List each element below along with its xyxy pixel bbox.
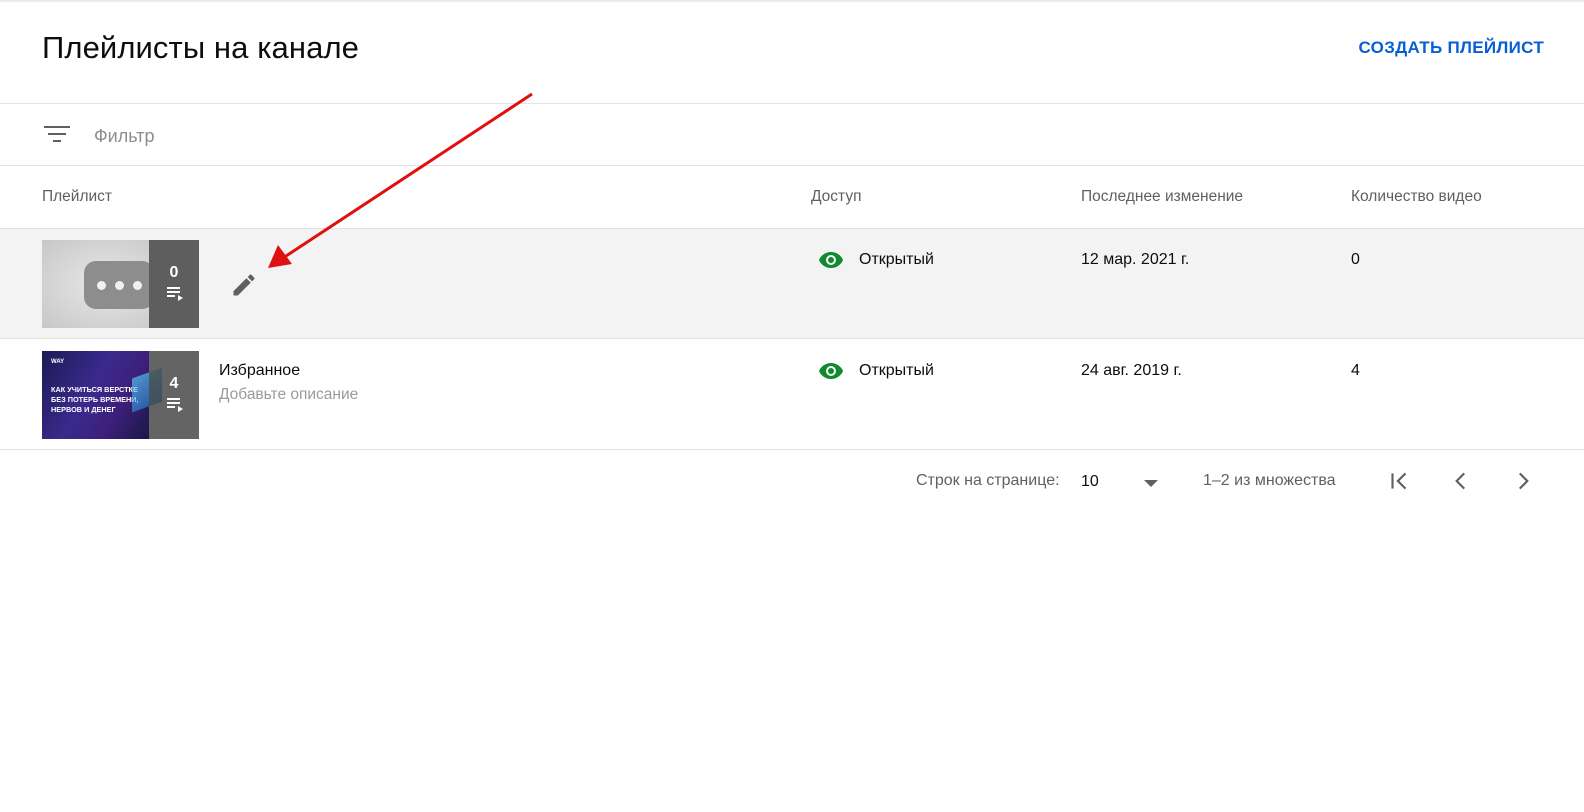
- modified-date: 24 авг. 2019 г.: [1081, 362, 1182, 379]
- playlist-icon: [167, 287, 183, 301]
- thumbnail-count-overlay: 0: [149, 240, 199, 328]
- playlist-icon: [167, 398, 183, 412]
- column-header-playlist: Плейлист: [42, 188, 113, 205]
- thumbnail-logo: WAY: [51, 359, 65, 365]
- video-count: 0: [1351, 251, 1360, 268]
- thumbnail-count: 4: [169, 375, 179, 392]
- playlist-thumbnail[interactable]: 0: [42, 240, 199, 328]
- playlist-thumbnail[interactable]: WAY КАК УЧИТЬСЯ ВЕРСТКЕ БЕЗ ПОТЕРЬ ВРЕМЕ…: [42, 351, 199, 439]
- filter-bar: [0, 104, 1584, 166]
- access-text: Открытый: [859, 251, 934, 268]
- pencil-icon[interactable]: [230, 271, 258, 299]
- page-header: Плейлисты на канале СОЗДАТЬ ПЛЕЙЛИСТ: [0, 0, 1584, 104]
- more-dots-icon: [84, 261, 154, 309]
- chevron-left-icon[interactable]: [1448, 468, 1474, 494]
- caret-down-icon: [1144, 480, 1158, 487]
- column-header-access[interactable]: Доступ: [811, 188, 861, 206]
- table-row[interactable]: 0 Открытый 12 мар. 2021 г. 0: [0, 229, 1584, 339]
- promo-thumbnail: WAY КАК УЧИТЬСЯ ВЕРСТКЕ БЕЗ ПОТЕРЬ ВРЕМЕ…: [42, 351, 162, 439]
- table-header: Плейлист Доступ Последнее изменение Коли…: [0, 166, 1584, 229]
- playlist-description[interactable]: Добавьте описание: [219, 386, 358, 404]
- create-playlist-button[interactable]: СОЗДАТЬ ПЛЕЙЛИСТ: [1359, 38, 1544, 58]
- rows-per-page-value: 10: [1081, 473, 1099, 490]
- filter-input[interactable]: [94, 121, 594, 151]
- column-header-modified[interactable]: Последнее изменение: [1081, 188, 1243, 206]
- thumbnail-count: 0: [169, 264, 179, 281]
- rows-per-page-label: Строк на странице:: [916, 472, 1060, 489]
- pagination-range: 1–2 из множества: [1203, 472, 1336, 489]
- column-header-video-count[interactable]: Количество видео: [1351, 188, 1482, 206]
- video-count: 4: [1351, 362, 1360, 379]
- thumbnail-count-overlay: 4: [149, 351, 199, 439]
- thumbnail-text: КАК УЧИТЬСЯ ВЕРСТКЕ БЕЗ ПОТЕРЬ ВРЕМЕНИ, …: [51, 385, 139, 414]
- eye-icon: [819, 363, 843, 379]
- pagination-bar: Строк на странице: 10 1–2 из множества: [0, 450, 1584, 512]
- modified-date: 12 мар. 2021 г.: [1081, 251, 1190, 268]
- first-page-icon[interactable]: [1386, 468, 1412, 494]
- rows-per-page-select[interactable]: 10: [1081, 470, 1161, 494]
- chevron-right-icon[interactable]: [1510, 468, 1536, 494]
- eye-icon: [819, 252, 843, 268]
- page-title: Плейлисты на канале: [42, 30, 359, 65]
- playlist-title[interactable]: Избранное: [219, 362, 300, 380]
- table-row[interactable]: WAY КАК УЧИТЬСЯ ВЕРСТКЕ БЕЗ ПОТЕРЬ ВРЕМЕ…: [0, 340, 1584, 450]
- playlists-page: Плейлисты на канале СОЗДАТЬ ПЛЕЙЛИСТ Пле…: [0, 0, 1584, 812]
- access-text: Открытый: [859, 362, 934, 379]
- filter-icon[interactable]: [44, 124, 70, 144]
